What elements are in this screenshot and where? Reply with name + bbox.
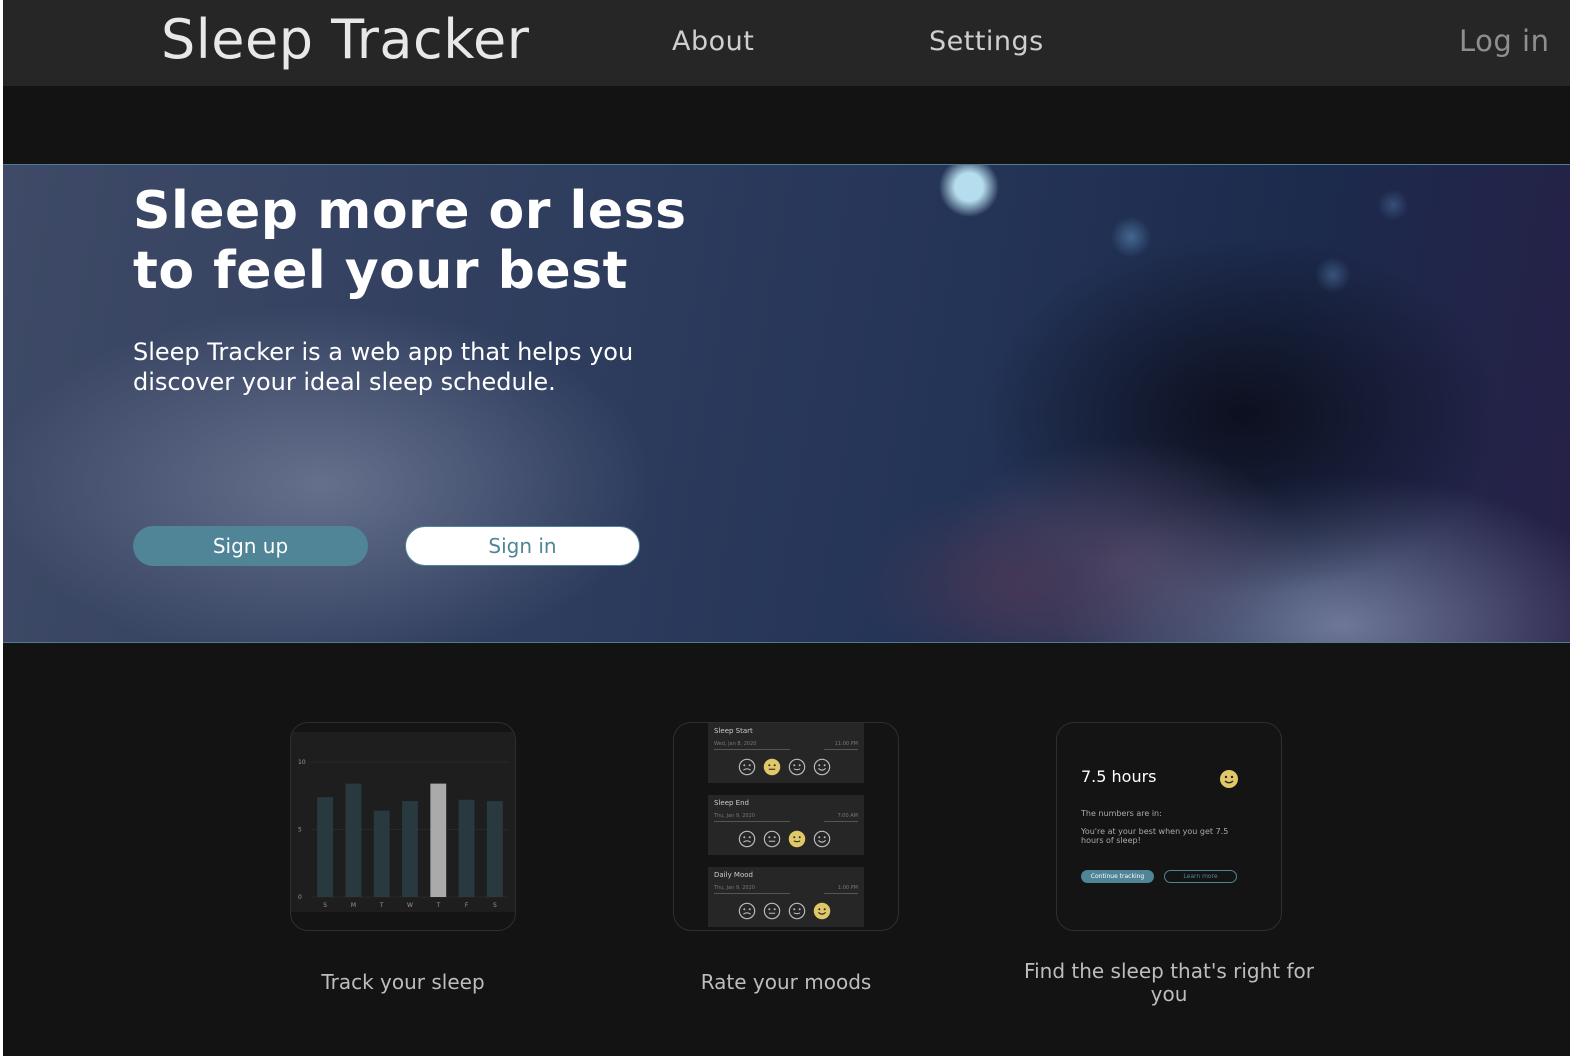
chart-bar <box>430 783 447 897</box>
x-tick-label: S <box>493 902 497 909</box>
smile-face-icon[interactable] <box>813 758 831 776</box>
neutral-face-icon[interactable] <box>763 902 781 920</box>
mood-entry: Sleep End Thu, Jan 9, 2020 7:00 AM <box>708 795 864 855</box>
slight-smile-face-icon[interactable] <box>788 902 806 920</box>
neutral-face-icon[interactable] <box>763 758 781 776</box>
hero-subtitle: Sleep Tracker is a web app that helps yo… <box>133 338 634 396</box>
smile-face-icon[interactable] <box>813 830 831 848</box>
mood-entry: Daily Mood Thu, Jan 9, 2020 1:00 PM <box>708 867 864 927</box>
chart-bar <box>486 801 503 897</box>
x-tick-label: T <box>435 902 440 909</box>
nav-about-link[interactable]: About <box>672 26 754 57</box>
y-tick-label: 10 <box>298 759 306 766</box>
feature-caption-result: Find the sleep that's right for you <box>1024 959 1314 1006</box>
slight-smile-face-icon[interactable] <box>788 758 806 776</box>
y-tick-label: 0 <box>298 894 302 901</box>
mood-face-row <box>738 830 831 848</box>
continue-tracking-button[interactable]: Continue tracking <box>1081 870 1154 883</box>
top-nav-bar: Sleep Tracker About Settings Log in <box>3 0 1570 86</box>
brand-logo[interactable]: Sleep Tracker <box>161 8 529 71</box>
result-intro-text: The numbers are in: <box>1081 809 1162 818</box>
chart-bar <box>373 810 390 897</box>
mood-entry-time: 11:00 PM <box>834 741 858 747</box>
y-tick-label: 5 <box>298 827 302 834</box>
chart-bar <box>402 801 418 897</box>
x-tick-label: T <box>379 902 384 909</box>
sign-up-button[interactable]: Sign up <box>133 526 368 566</box>
nav-settings-link[interactable]: Settings <box>929 26 1044 57</box>
feature-card-moods: Sleep Start Wed, Jan 8, 2020 11:00 PM Sleep… <box>673 722 899 931</box>
feature-caption-moods: Rate your moods <box>700 970 872 994</box>
feature-card-track: 0 5 10 S M T W T F S <box>290 722 516 931</box>
result-detail-text: You're at your best when you get 7.5 hou… <box>1081 827 1229 845</box>
mood-entry-label: Sleep End <box>714 799 749 807</box>
x-tick-label: S <box>323 902 327 909</box>
sad-face-icon[interactable] <box>738 758 756 776</box>
neutral-face-icon[interactable] <box>763 830 781 848</box>
mood-entry-label: Sleep Start <box>714 727 753 735</box>
smile-face-icon <box>1220 770 1238 788</box>
smile-face-icon[interactable] <box>813 902 831 920</box>
result-hours: 7.5 hours <box>1081 767 1157 786</box>
divider <box>824 749 858 750</box>
sign-in-button[interactable]: Sign in <box>405 526 640 566</box>
chart-bar <box>458 799 475 897</box>
feature-caption-track: Track your sleep <box>321 970 485 994</box>
mood-entry: Sleep Start Wed, Jan 8, 2020 11:00 PM <box>708 723 864 783</box>
learn-more-button[interactable]: Learn more <box>1164 870 1237 883</box>
divider <box>714 749 790 750</box>
x-tick-label: F <box>465 902 469 909</box>
mood-entry-time: 7:00 AM <box>837 813 858 819</box>
sad-face-icon[interactable] <box>738 902 756 920</box>
mood-entry-date: Thu, Jan 9, 2020 <box>714 885 755 891</box>
login-link[interactable]: Log in <box>1459 24 1549 58</box>
x-tick-label: W <box>407 902 413 909</box>
mood-entry-label: Daily Mood <box>714 871 753 879</box>
hero-title: Sleep more or less to feel your best <box>133 181 687 301</box>
sad-face-icon[interactable] <box>738 830 756 848</box>
mood-entry-date: Wed, Jan 8, 2020 <box>714 741 757 747</box>
divider <box>824 893 858 894</box>
feature-card-result: 7.5 hours The numbers are in: You're at … <box>1056 722 1282 931</box>
mood-face-row <box>738 902 831 920</box>
chart-bar <box>345 783 362 897</box>
divider <box>714 893 790 894</box>
x-tick-label: M <box>351 902 356 909</box>
hero-banner: Sleep more or less to feel your best Sle… <box>3 164 1570 643</box>
mood-entry-date: Thu, Jan 9, 2020 <box>714 813 755 819</box>
mood-face-row <box>738 758 831 776</box>
sleep-bar-chart: 0 5 10 S M T W T F S <box>291 732 515 912</box>
slight-smile-face-icon[interactable] <box>788 830 806 848</box>
divider <box>714 821 790 822</box>
divider <box>824 821 858 822</box>
mood-entry-time: 1:00 PM <box>837 885 858 891</box>
chart-bar <box>317 797 334 897</box>
